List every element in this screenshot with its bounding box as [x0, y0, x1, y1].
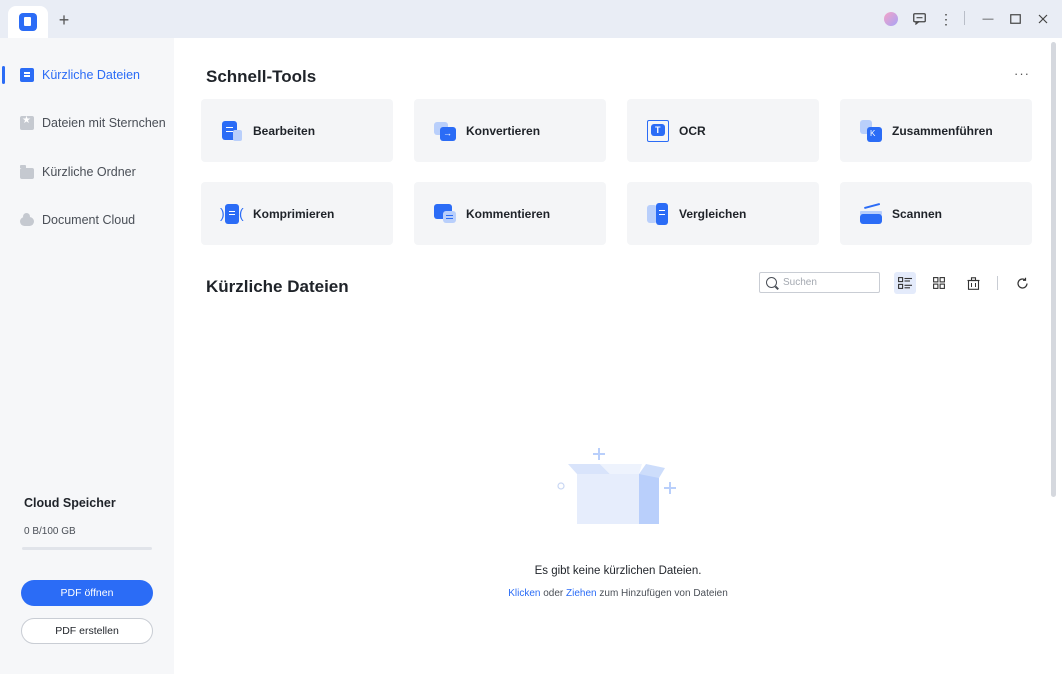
- vertical-scrollbar[interactable]: [1051, 42, 1056, 497]
- refresh-button[interactable]: [1011, 272, 1033, 294]
- tool-label: Kommentieren: [466, 206, 551, 221]
- comment-icon: [434, 203, 456, 225]
- clear-history-button[interactable]: [962, 272, 984, 294]
- compress-icon: ) (: [220, 203, 244, 225]
- sidebar-item-recent-folders[interactable]: Kürzliche Ordner: [0, 157, 174, 187]
- edit-icon: [221, 120, 243, 142]
- grid-view-icon: [933, 277, 945, 289]
- recent-files-icon: [20, 68, 34, 82]
- cloud-icon: [20, 213, 34, 226]
- tool-scan[interactable]: Scannen: [840, 182, 1032, 245]
- maximize-button[interactable]: [1007, 9, 1023, 29]
- tool-compress[interactable]: ) ( Komprimieren: [201, 182, 393, 245]
- open-pdf-button[interactable]: PDF öffnen: [21, 580, 153, 606]
- list-view-icon: [898, 277, 912, 289]
- tool-label: Zusammenführen: [892, 123, 993, 138]
- tool-comment[interactable]: Kommentieren: [414, 182, 606, 245]
- new-tab-button[interactable]: +: [56, 11, 72, 29]
- title-bar: + ⋮ —: [0, 0, 1062, 38]
- folder-icon: [20, 164, 34, 179]
- sidebar-item-label: Kürzliche Ordner: [42, 165, 136, 179]
- empty-hint-rest: zum Hinzufügen von Dateien: [596, 588, 728, 599]
- sidebar-item-label: Kürzliche Dateien: [42, 68, 140, 82]
- convert-icon: →: [434, 120, 456, 142]
- sidebar-item-starred[interactable]: Dateien mit Sternchen: [0, 108, 174, 138]
- merge-icon: K: [860, 119, 882, 142]
- refresh-icon: [1016, 277, 1028, 289]
- click-link[interactable]: Klicken: [508, 588, 540, 599]
- tool-label: Bearbeiten: [253, 123, 316, 138]
- quick-tools-title: Schnell-Tools: [206, 67, 317, 86]
- avatar-icon: [884, 12, 898, 26]
- feedback-button[interactable]: [910, 9, 928, 29]
- sidebar: Kürzliche Dateien Dateien mit Sternchen …: [0, 38, 174, 674]
- toolbar-divider: [997, 276, 998, 290]
- account-avatar[interactable]: [883, 9, 899, 29]
- cloud-storage-usage: 0 B/100 GB: [24, 526, 76, 537]
- recent-files-title: Kürzliche Dateien: [206, 277, 349, 296]
- scan-icon: [860, 202, 882, 225]
- app-home-tab[interactable]: [8, 6, 48, 38]
- empty-box-illustration: [557, 448, 676, 524]
- grid-view-button[interactable]: [928, 272, 950, 294]
- app-logo-icon: [19, 13, 37, 31]
- tool-label: Konvertieren: [466, 123, 541, 138]
- chat-icon: [912, 13, 926, 25]
- tool-label: Scannen: [892, 206, 943, 221]
- sidebar-item-recent-files[interactable]: Kürzliche Dateien: [0, 60, 174, 90]
- empty-state-message: Es gibt keine kürzlichen Dateien.: [534, 565, 702, 577]
- tool-ocr[interactable]: T OCR: [627, 99, 819, 162]
- sidebar-item-label: Dateien mit Sternchen: [42, 116, 166, 130]
- close-icon: [1038, 14, 1048, 24]
- more-menu-button[interactable]: ⋮: [938, 9, 954, 29]
- sidebar-item-label: Document Cloud: [42, 213, 136, 227]
- compare-icon: [647, 202, 669, 225]
- quick-tools-more-button[interactable]: ···: [1014, 66, 1030, 81]
- create-pdf-button[interactable]: PDF erstellen: [21, 618, 153, 644]
- tool-compare[interactable]: Vergleichen: [627, 182, 819, 245]
- empty-hint-or: oder: [540, 588, 567, 599]
- maximize-icon: [1009, 14, 1021, 24]
- tool-edit[interactable]: Bearbeiten: [201, 99, 393, 162]
- close-button[interactable]: [1035, 9, 1051, 29]
- list-view-button[interactable]: [894, 272, 916, 294]
- minimize-button[interactable]: —: [980, 9, 996, 29]
- search-icon: [766, 277, 777, 288]
- tool-label: OCR: [679, 123, 706, 138]
- tool-label: Vergleichen: [679, 206, 747, 221]
- tool-merge[interactable]: K Zusammenführen: [840, 99, 1032, 162]
- sidebar-item-document-cloud[interactable]: Document Cloud: [0, 205, 174, 235]
- cloud-storage-bar: [22, 547, 152, 550]
- empty-state-hint: Klicken oder Ziehen zum Hinzufügen von D…: [174, 588, 1062, 599]
- drag-link[interactable]: Ziehen: [566, 588, 597, 599]
- trash-icon: [967, 276, 979, 290]
- titlebar-divider: [964, 11, 965, 25]
- ocr-icon: T: [647, 119, 669, 142]
- tool-convert[interactable]: → Konvertieren: [414, 99, 606, 162]
- tool-label: Komprimieren: [253, 206, 335, 221]
- cloud-storage-title: Cloud Speicher: [24, 496, 116, 510]
- search-field[interactable]: [759, 272, 880, 293]
- search-input[interactable]: [783, 277, 873, 288]
- star-icon: [20, 115, 34, 130]
